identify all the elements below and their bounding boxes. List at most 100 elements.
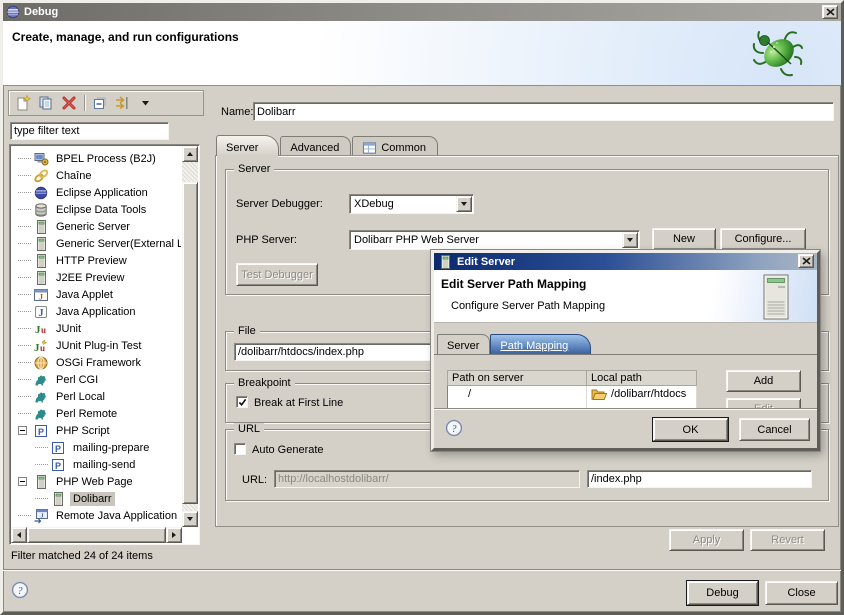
tree-item-remote-java-application[interactable]: JRemote Java Application xyxy=(12,507,181,524)
new-config-icon[interactable] xyxy=(15,95,31,111)
local-path-cell: /dolibarr/htdocs xyxy=(587,386,697,403)
delete-icon[interactable] xyxy=(61,95,77,111)
scroll-up-button[interactable] xyxy=(182,146,198,162)
chain-icon xyxy=(33,168,49,184)
tree-horizontal-scrollbar[interactable] xyxy=(11,527,182,543)
server-icon xyxy=(33,253,49,269)
cancel-button[interactable]: Cancel xyxy=(739,418,810,441)
edit-server-dialog: Edit Server Edit Server Path Mapping Con… xyxy=(431,250,820,451)
tree-item-junit[interactable]: JuJUnit xyxy=(12,320,181,337)
revert-button[interactable]: Revert xyxy=(750,529,825,551)
osgi-icon xyxy=(33,355,49,371)
tree-guide-line xyxy=(18,175,31,176)
apply-button[interactable]: Apply xyxy=(669,529,744,551)
svg-text:u: u xyxy=(40,343,45,353)
dropdown-arrow-icon[interactable] xyxy=(138,95,154,111)
edit-server-subheading: Configure Server Path Mapping xyxy=(451,300,605,312)
database-icon xyxy=(33,202,49,218)
tree-item-mailing-send[interactable]: Pmailing-send xyxy=(12,456,181,473)
column-header-local-path[interactable]: Local path xyxy=(587,371,697,386)
tree-vertical-scrollbar[interactable] xyxy=(182,146,198,527)
debug-button[interactable]: Debug xyxy=(687,581,758,605)
tree-item-php-script[interactable]: PPHP Script xyxy=(12,422,181,439)
window-close-button[interactable] xyxy=(822,5,838,19)
tree-item-cha-ne[interactable]: Chaîne xyxy=(12,167,181,184)
tree-item-label: Eclipse Application xyxy=(53,186,151,200)
tree-guide-line xyxy=(18,379,31,380)
tree-item-java-applet[interactable]: JJava Applet xyxy=(12,286,181,303)
edit-server-close-button[interactable] xyxy=(798,254,814,268)
ok-button[interactable]: OK xyxy=(653,418,728,441)
tree-item-perl-local[interactable]: Perl Local xyxy=(12,388,181,405)
help-button[interactable]: ? xyxy=(11,581,29,599)
collapse-all-icon[interactable] xyxy=(92,95,108,111)
edit-server-title: Edit Server xyxy=(457,256,515,268)
tree-item-label: JUnit Plug-in Test xyxy=(53,339,144,353)
tree-item-generic-server-external-la[interactable]: Generic Server(External La xyxy=(12,235,181,252)
test-debugger-button[interactable]: Test Debugger xyxy=(236,263,318,286)
tree-item-junit-plug-in-test[interactable]: JuJUnit Plug-in Test xyxy=(12,337,181,354)
tree-item-perl-remote[interactable]: Perl Remote xyxy=(12,405,181,422)
close-button[interactable]: Close xyxy=(765,581,838,605)
tree-item-osgi-framework[interactable]: OSGi Framework xyxy=(12,354,181,371)
edit-mapping-button[interactable]: Edit xyxy=(726,398,801,408)
file-group-title: File xyxy=(234,325,260,337)
tree-item-bpel-process-b2j[interactable]: BPEL Process (B2J) xyxy=(12,150,181,167)
dialog-tab-path-mapping[interactable]: Path Mapping xyxy=(490,334,591,354)
dialog-banner: Create, manage, and run configurations xyxy=(3,21,841,86)
filter-icon[interactable] xyxy=(115,95,131,111)
tab-server[interactable]: Server xyxy=(216,135,279,156)
dialog-help-button[interactable]: ? xyxy=(445,419,463,437)
collapse-expander-icon[interactable] xyxy=(18,477,27,486)
server-image xyxy=(761,274,791,320)
perl-icon xyxy=(33,372,49,388)
tree-item-php-web-page[interactable]: PHP Web Page xyxy=(12,473,181,490)
php-server-select[interactable]: Dolibarr PHP Web Server xyxy=(349,230,640,250)
column-header-path-on-server[interactable]: Path on server xyxy=(448,371,587,386)
tree-guide-line xyxy=(18,192,31,193)
horizontal-scroll-thumb[interactable] xyxy=(27,527,166,543)
java-applet-icon: J xyxy=(33,287,49,303)
window-titlebar[interactable]: Debug xyxy=(3,3,841,21)
tree-item-eclipse-application[interactable]: Eclipse Application xyxy=(12,184,181,201)
tab-label: Path Mapping xyxy=(500,340,568,352)
php-icon: P xyxy=(50,440,66,456)
config-name-input[interactable] xyxy=(253,102,834,121)
auto-generate-checkbox[interactable] xyxy=(234,443,246,455)
tree-item-j2ee-preview[interactable]: J2EE Preview xyxy=(12,269,181,286)
tree-item-java-application[interactable]: JJava Application xyxy=(12,303,181,320)
dialog-tab-server[interactable]: Server xyxy=(437,334,490,354)
scroll-right-button[interactable] xyxy=(166,527,182,543)
url-path-input[interactable] xyxy=(587,470,812,488)
duplicate-icon[interactable] xyxy=(38,95,54,111)
tab-label: Common xyxy=(381,142,426,154)
server-debugger-select[interactable]: XDebug xyxy=(349,194,474,214)
scroll-down-button[interactable] xyxy=(182,511,198,527)
tree-guide-line xyxy=(18,311,31,312)
add-mapping-button[interactable]: Add xyxy=(726,370,801,392)
tree-item-perl-cgi[interactable]: Perl CGI xyxy=(12,371,181,388)
svg-text:P: P xyxy=(55,460,61,470)
edit-server-titlebar[interactable]: Edit Server xyxy=(434,253,817,270)
tree-item-http-preview[interactable]: HTTP Preview xyxy=(12,252,181,269)
scroll-left-button[interactable] xyxy=(11,527,27,543)
edit-server-footer: ? OK Cancel xyxy=(434,408,817,448)
collapse-expander-icon[interactable] xyxy=(18,426,27,435)
vertical-scroll-thumb[interactable] xyxy=(182,182,198,504)
new-server-button[interactable]: New xyxy=(652,228,716,250)
tree-item-dolibarr[interactable]: Dolibarr xyxy=(12,490,181,507)
toolbar-divider xyxy=(84,95,85,111)
configure-server-button[interactable]: Configure... xyxy=(720,228,806,250)
tab-common[interactable]: Common xyxy=(352,136,438,156)
dropdown-button[interactable] xyxy=(456,196,472,212)
dropdown-button[interactable] xyxy=(622,232,638,248)
path-mapping-row[interactable]: //dolibarr/htdocs xyxy=(448,386,697,403)
php-icon: P xyxy=(50,457,66,473)
break-first-line-checkbox[interactable] xyxy=(236,396,248,408)
tab-advanced[interactable]: Advanced xyxy=(280,136,351,156)
tree-item-generic-server[interactable]: Generic Server xyxy=(12,218,181,235)
tree-item-eclipse-data-tools[interactable]: Eclipse Data Tools xyxy=(12,201,181,218)
path-mapping-table[interactable]: Path on server Local path //dolibarr/htd… xyxy=(447,370,697,408)
filter-input[interactable] xyxy=(10,122,169,140)
tree-item-mailing-prepare[interactable]: Pmailing-prepare xyxy=(12,439,181,456)
